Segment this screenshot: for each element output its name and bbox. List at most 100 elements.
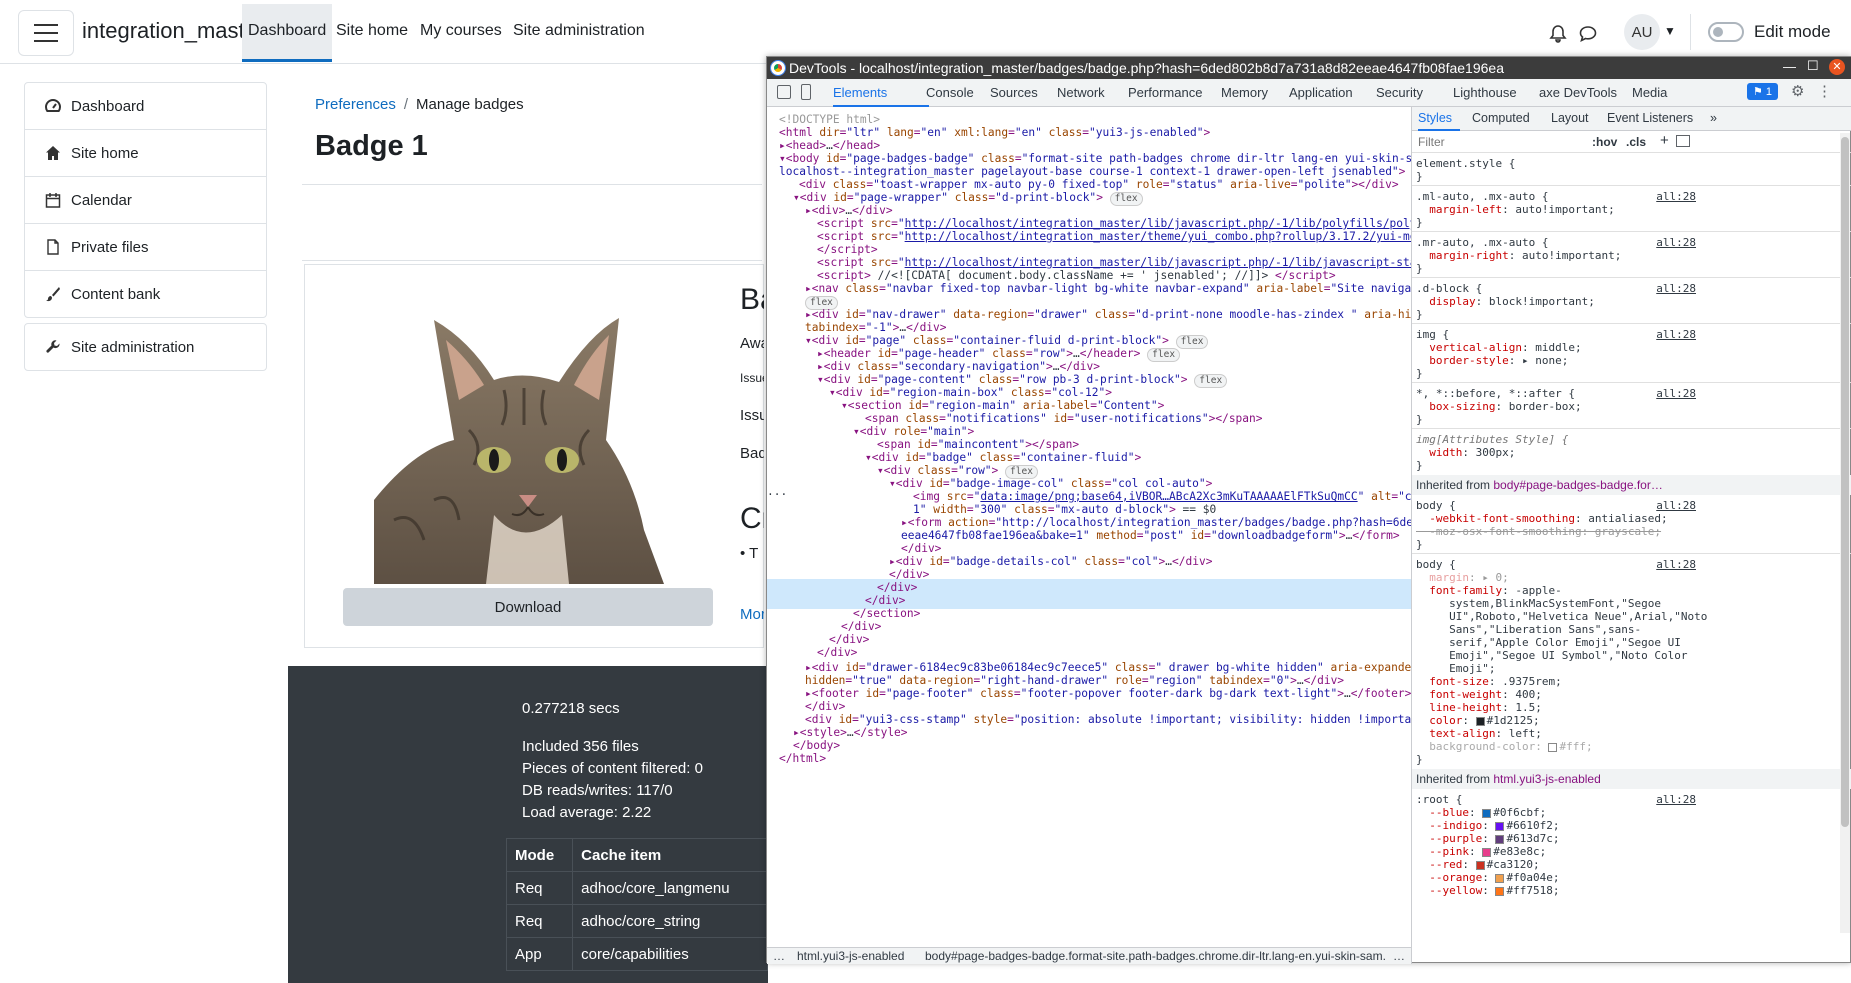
dom-line[interactable]: eeae4647fb08fae196ea&bake=1" method="pos… (901, 528, 1400, 543)
gear-icon[interactable]: ⚙ (1791, 82, 1804, 100)
site-name[interactable]: integration_master (82, 18, 264, 44)
dom-line[interactable]: ▸<div id="badge-details-col" class="col"… (889, 554, 1212, 569)
nav-link-dashboard[interactable]: Dashboard (242, 4, 333, 62)
drawer-item-site-home[interactable]: Site home (24, 129, 267, 177)
dom-line[interactable]: <script src="http://localhost/integratio… (817, 229, 1411, 244)
dom-line[interactable]: </html> (779, 751, 826, 766)
style-decl[interactable]: margin-left: auto!important; (1416, 203, 1614, 216)
style-decl[interactable]: --blue: #0f6cbf; (1416, 806, 1546, 819)
scrollbar-thumb[interactable] (1841, 137, 1849, 827)
chat-bubble-icon[interactable] (1578, 24, 1598, 44)
nav-link-my-courses[interactable]: My courses (420, 22, 502, 40)
inherited-selector[interactable]: html.yui3-js-enabled (1493, 772, 1600, 786)
style-decl[interactable]: vertical-align: middle; (1416, 341, 1581, 354)
style-rule[interactable]: body {all:28 (1416, 499, 1696, 512)
style-rule[interactable]: .d-block {all:28 (1416, 282, 1696, 295)
tab-layout[interactable]: Layout (1551, 111, 1589, 125)
plus-icon[interactable]: + (1660, 132, 1669, 149)
user-avatar[interactable]: AU (1624, 14, 1660, 50)
tab-media[interactable]: Media (1632, 85, 1667, 100)
hov-button[interactable]: :hov (1592, 135, 1617, 149)
chevron-right-icon[interactable]: » (1710, 111, 1717, 125)
drawer-item-dashboard[interactable]: Dashboard (24, 82, 267, 130)
bell-icon[interactable] (1548, 24, 1568, 44)
dom-line[interactable]: ▸<nav class="navbar fixed-top navbar-lig… (805, 281, 1411, 296)
style-decl[interactable]: text-align: left; (1416, 727, 1542, 740)
tab-application[interactable]: Application (1289, 85, 1353, 100)
style-rule[interactable]: body {all:28 (1416, 558, 1696, 571)
style-decl[interactable]: --pink: #e83e8c; (1416, 845, 1546, 858)
style-rule[interactable]: .mr-auto, .mx-auto {all:28 (1416, 236, 1696, 249)
drawer-item-content-bank[interactable]: Content bank (24, 270, 267, 318)
dom-line-ellipsis[interactable]: ··· (767, 487, 787, 502)
style-decl[interactable]: box-sizing: border-box; (1416, 400, 1581, 413)
style-decl[interactable]: -moz-osx-font-smoothing: grayscale; (1416, 525, 1661, 538)
tab-event-listeners[interactable]: Event Listeners (1607, 111, 1693, 125)
tab-memory[interactable]: Memory (1221, 85, 1268, 100)
style-rule[interactable]: :root {all:28 (1416, 793, 1696, 806)
style-rule[interactable]: element.style { (1416, 157, 1515, 170)
style-decl[interactable]: --red: #ca3120; (1416, 858, 1539, 871)
breadcrumb-preferences-link[interactable]: Preferences (315, 96, 396, 113)
ellipsis-icon[interactable]: … (1393, 949, 1405, 963)
style-decl[interactable]: font-size: .9375rem; (1416, 675, 1561, 688)
style-decl[interactable]: UI",Roboto,"Helvetica Neue",Arial,"Noto (1416, 610, 1707, 623)
style-decl[interactable]: serif,"Apple Color Emoji","Segoe UI (1416, 636, 1681, 649)
style-rule[interactable]: img {all:28 (1416, 328, 1696, 341)
style-rule[interactable]: *, *::before, *::after {all:28 (1416, 387, 1696, 400)
style-decl[interactable]: Sans","Liberation Sans",sans- (1416, 623, 1641, 636)
tab-security[interactable]: Security (1376, 85, 1423, 100)
tab-styles[interactable]: Styles (1418, 111, 1452, 125)
tab-axe-devtools[interactable]: axe DevTools (1539, 85, 1617, 100)
tab-lighthouse[interactable]: Lighthouse (1453, 85, 1517, 100)
filter-input[interactable]: Filter (1418, 135, 1445, 149)
style-decl[interactable]: --purple: #613d7c; (1416, 832, 1559, 845)
tab-performance[interactable]: Performance (1128, 85, 1202, 100)
style-decl[interactable]: Emoji"; (1416, 662, 1495, 675)
style-decl[interactable]: Emoji","Segoe UI Symbol","Noto Color (1416, 649, 1687, 662)
hamburger-menu-button[interactable] (18, 10, 74, 56)
breadcrumb-body[interactable]: body#page-badges-badge.format-site.path-… (925, 949, 1385, 963)
download-button[interactable]: Download (343, 588, 713, 626)
sidebar-toggle-icon[interactable] (1676, 135, 1690, 147)
style-decl[interactable]: color: #1d2125; (1416, 714, 1539, 727)
style-decl[interactable]: -webkit-font-smoothing: antialiased; (1416, 512, 1667, 525)
more-link[interactable]: More (740, 606, 764, 623)
style-decl[interactable]: margin-right: auto!important; (1416, 249, 1621, 262)
style-rule[interactable]: .ml-auto, .mx-auto {all:28 (1416, 190, 1696, 203)
dom-line[interactable]: ▸<footer id="page-footer" class="footer-… (805, 686, 1411, 701)
edit-mode-toggle[interactable] (1708, 22, 1744, 42)
ellipsis-icon[interactable]: … (773, 949, 785, 963)
style-decl[interactable]: --orange: #f0a04e; (1416, 871, 1559, 884)
close-icon[interactable]: ✕ (1829, 59, 1845, 75)
tab-network[interactable]: Network (1057, 85, 1105, 100)
minimize-icon[interactable]: — (1783, 59, 1796, 74)
chevron-down-icon[interactable]: ▼ (1664, 24, 1676, 38)
style-decl[interactable]: --indigo: #6610f2; (1416, 819, 1559, 832)
inspect-element-icon[interactable] (777, 85, 791, 99)
dom-line[interactable]: </div> (817, 645, 857, 660)
drawer-item-calendar[interactable]: Calendar (24, 176, 267, 224)
style-decl[interactable]: border-style: ▸ none; (1416, 354, 1568, 367)
tab-elements[interactable]: Elements (833, 85, 887, 100)
device-toolbar-icon[interactable] (801, 84, 811, 100)
style-decl[interactable]: font-weight: 400; (1416, 688, 1542, 701)
style-decl[interactable]: width: 300px; (1416, 446, 1515, 459)
style-decl[interactable]: display: block!important; (1416, 295, 1595, 308)
drawer-item-private-files[interactable]: Private files (24, 223, 267, 271)
nav-link-site-home[interactable]: Site home (336, 22, 408, 40)
style-decl[interactable]: background-color: #fff; (1416, 740, 1592, 753)
more-vertical-icon[interactable]: ⋮ (1817, 82, 1832, 100)
style-decl[interactable]: system,BlinkMacSystemFont,"Segoe (1416, 597, 1661, 610)
breadcrumb-html[interactable]: html.yui3-js-enabled (797, 949, 904, 963)
nav-link-site-administration[interactable]: Site administration (513, 22, 645, 40)
maximize-icon[interactable]: ☐ (1807, 58, 1819, 74)
tab-console[interactable]: Console (926, 85, 974, 100)
style-decl[interactable]: margin: ▸ 0; (1416, 571, 1509, 584)
style-decl[interactable]: font-family: -apple- (1416, 584, 1561, 597)
inherited-selector[interactable]: body#page-badges-badge.for… (1493, 478, 1662, 492)
drawer-item-site-administration[interactable]: Site administration (24, 323, 267, 371)
style-decl[interactable]: --yellow: #ff7518; (1416, 884, 1559, 897)
style-rule[interactable]: img[Attributes Style] { (1416, 433, 1568, 446)
tab-sources[interactable]: Sources (990, 85, 1038, 100)
